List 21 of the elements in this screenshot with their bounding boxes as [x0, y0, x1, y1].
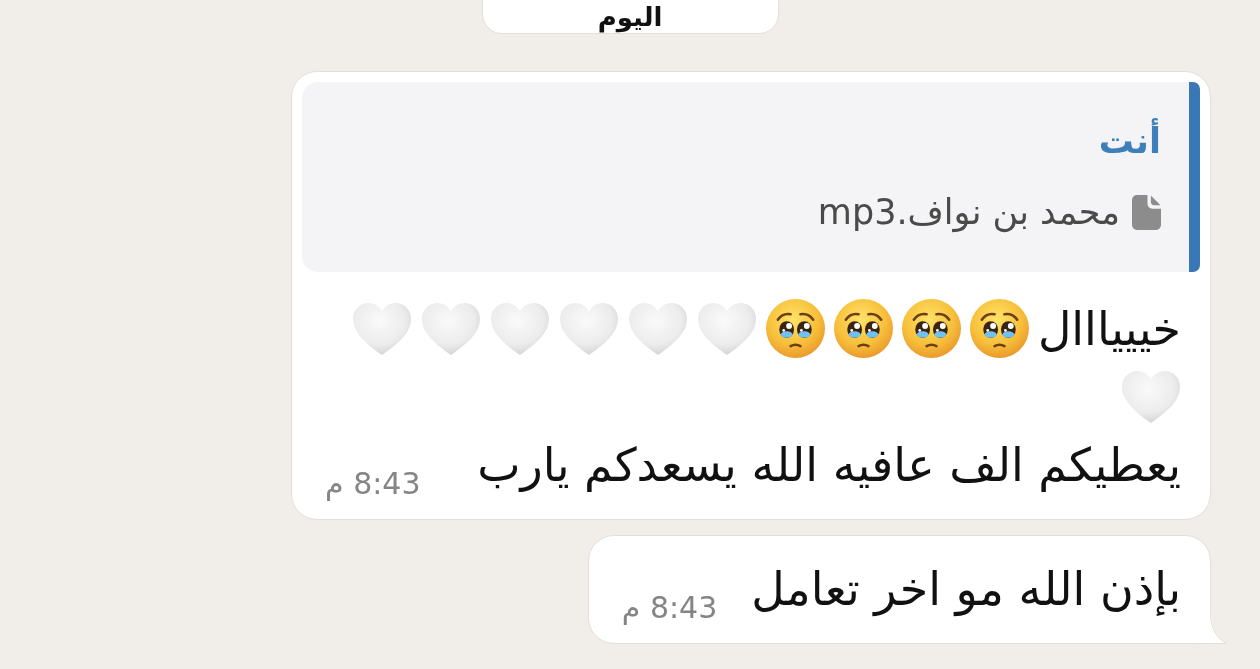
document-icon: [1132, 194, 1161, 230]
quote-sender: أنت: [1098, 118, 1161, 164]
heart-icon: [351, 301, 412, 356]
heart-icon: [627, 301, 688, 356]
attachment-filename: محمد بن نواف.mp3: [817, 191, 1120, 235]
message-time: 8:43 م: [325, 468, 421, 500]
heart-icon: [1121, 370, 1181, 424]
heart-icon: [489, 301, 550, 356]
date-divider: اليوم: [481, 0, 779, 34]
heart-icon: [420, 301, 481, 356]
quoted-message[interactable]: أنت محمد بن نواف.mp3: [302, 82, 1200, 272]
teary-face-icon: [901, 299, 961, 358]
heart-icon: [696, 301, 757, 356]
teary-face-icon: [833, 299, 893, 358]
message-text: بإذن الله مو اخر تعامل: [751, 561, 1181, 618]
teary-face-icon: [765, 299, 825, 358]
teary-face-icon: [969, 299, 1029, 358]
message-text: خيييااال: [1037, 300, 1181, 358]
message-text: يعطيكم الف عافيه الله يسعدكم يارب: [477, 437, 1181, 494]
message-time: 8:43 م: [621, 592, 718, 624]
heart-icon: [558, 301, 619, 356]
